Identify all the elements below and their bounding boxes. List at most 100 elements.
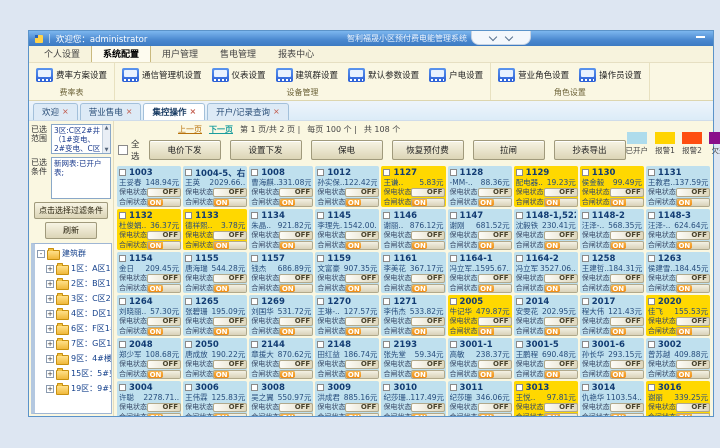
supply-status-toggle[interactable]: OFF — [345, 274, 379, 283]
meter-card[interactable]: 3006 王伟霖 125.83元 保电状态 OFF 合闸状态 ON — [183, 381, 247, 416]
selected-range-listbox[interactable]: 3区:C区2#井（1#变电、2#变电、C区1#井） ▲▼ — [51, 124, 111, 154]
expand-icon[interactable]: + — [46, 340, 54, 348]
meter-card[interactable]: 1148-3 汪泽-.. 624.64元 保电状态 OFF 合闸状态 ON — [646, 209, 710, 250]
toolbar-button[interactable]: 抄表导出 — [554, 140, 626, 160]
meter-card[interactable]: 1147 谢刚 681.52元 保电状态 OFF 合闸状态 ON — [448, 209, 512, 250]
switch-status-toggle[interactable]: ON — [147, 284, 181, 293]
scroll-down-icon[interactable]: ▼ — [105, 147, 109, 153]
supply-status-toggle[interactable]: OFF — [676, 317, 710, 326]
switch-status-toggle[interactable]: ON — [345, 327, 379, 336]
chevron-down-icon[interactable] — [505, 32, 513, 40]
switch-status-toggle[interactable]: ON — [279, 327, 313, 336]
switch-status-toggle[interactable]: ON — [345, 198, 379, 207]
meter-card[interactable]: 1258 王建哲.. 184.31元 保电状态 OFF 合闸状态 ON — [580, 252, 644, 293]
meter-checkbox[interactable] — [317, 169, 324, 176]
meter-card[interactable]: 3008 吴之翼 550.97元 保电状态 OFF 合闸状态 ON — [249, 381, 313, 416]
switch-status-toggle[interactable]: ON — [478, 413, 512, 417]
meter-card[interactable]: 1265 张碧珊 195.09元 保电状态 OFF 合闸状态 ON — [183, 295, 247, 336]
meter-checkbox[interactable] — [648, 212, 655, 219]
supply-status-toggle[interactable]: OFF — [345, 231, 379, 240]
switch-status-toggle[interactable]: ON — [544, 198, 578, 207]
switch-status-toggle[interactable]: ON — [411, 198, 445, 207]
listbox-scrollbar[interactable]: ▲▼ — [102, 125, 110, 153]
supply-status-toggle[interactable]: OFF — [213, 231, 247, 240]
switch-status-toggle[interactable]: ON — [544, 413, 578, 417]
minimize-button[interactable] — [696, 36, 705, 38]
document-tab[interactable]: 营业售电 × — [80, 103, 142, 120]
meter-card[interactable]: 1161 李美花 367.17元 保电状态 OFF 合闸状态 ON — [381, 252, 445, 293]
toolbar-button[interactable]: 恢复预付费 — [392, 140, 464, 160]
supply-status-toggle[interactable]: OFF — [610, 231, 644, 240]
switch-status-toggle[interactable]: ON — [676, 198, 710, 207]
meter-checkbox[interactable] — [251, 298, 258, 305]
switch-status-toggle[interactable]: ON — [610, 241, 644, 250]
meter-card[interactable]: 1264 刘晓丽.. 57.30元 保电状态 OFF 合闸状态 ON — [117, 295, 181, 336]
supply-status-toggle[interactable]: OFF — [610, 188, 644, 197]
meter-card[interactable]: 1132 杜俊娟.. 36.37元 保电状态 OFF 合闸状态 ON — [117, 209, 181, 250]
ribbon-button[interactable]: 户电设置 — [426, 66, 486, 84]
meter-card[interactable]: 1269 刘国华 531.72元 保电状态 OFF 合闸状态 ON — [249, 295, 313, 336]
switch-status-toggle[interactable]: ON — [213, 413, 247, 417]
meter-card[interactable]: 1159 文富豪 907.35元 保电状态 OFF 合闸状态 ON — [315, 252, 379, 293]
switch-status-toggle[interactable]: ON — [213, 198, 247, 207]
meter-card[interactable]: 3001-1 高敏 238.37元 保电状态 OFF 合闸状态 ON — [448, 338, 512, 379]
supply-status-toggle[interactable]: OFF — [279, 274, 313, 283]
meter-card[interactable]: 2144 章援大 870.62元 保电状态 OFF 合闸状态 ON — [249, 338, 313, 379]
supply-status-toggle[interactable]: OFF — [544, 274, 578, 283]
tree-item[interactable]: + 6区：F区1#井（F区1#… — [37, 321, 111, 336]
meter-checkbox[interactable] — [119, 212, 126, 219]
switch-status-toggle[interactable]: ON — [345, 241, 379, 250]
meter-checkbox[interactable] — [251, 384, 258, 391]
meter-card[interactable]: 1134 朱晶.. 921.82元 保电状态 OFF 合闸状态 ON — [249, 209, 313, 250]
supply-status-toggle[interactable]: OFF — [147, 274, 181, 283]
meter-card[interactable]: 3013 王悦.. 97.81元 保电状态 OFF 合闸状态 ON — [514, 381, 578, 416]
meter-card[interactable]: 2005 牛记华 479.87元 保电状态 OFF 合闸状态 ON — [448, 295, 512, 336]
meter-checkbox[interactable] — [119, 169, 126, 176]
meter-checkbox[interactable] — [450, 341, 457, 348]
meter-checkbox[interactable] — [251, 212, 258, 219]
meter-checkbox[interactable] — [648, 341, 655, 348]
supply-status-toggle[interactable]: OFF — [544, 188, 578, 197]
meter-card[interactable]: 2193 张先堂 59.34元 保电状态 OFF 合闸状态 ON — [381, 338, 445, 379]
switch-status-toggle[interactable]: ON — [544, 284, 578, 293]
toolbar-button[interactable]: 电价下发 — [149, 140, 221, 160]
menu-item[interactable]: 用户管理 — [151, 45, 209, 62]
meter-checkbox[interactable] — [648, 298, 655, 305]
expand-icon[interactable]: + — [46, 370, 54, 378]
switch-status-toggle[interactable]: ON — [411, 284, 445, 293]
supply-status-toggle[interactable]: OFF — [147, 231, 181, 240]
meter-card[interactable]: 1148-2 汪泽-.. 568.35元 保电状态 OFF 合闸状态 ON — [580, 209, 644, 250]
meter-card[interactable]: 1164-2 冯立军 3527.06.. 保电状态 OFF 合闸状态 ON — [514, 252, 578, 293]
meter-card[interactable]: 1157 钱杰 686.89元 保电状态 OFF 合闸状态 ON — [249, 252, 313, 293]
tree-item[interactable]: + 19区：9#变电站（2#… — [37, 381, 111, 396]
ribbon-button[interactable]: 默认参数设置 — [345, 66, 422, 84]
supply-status-toggle[interactable]: OFF — [676, 274, 710, 283]
toolbar-button[interactable]: 设置下发 — [230, 140, 302, 160]
switch-status-toggle[interactable]: ON — [147, 198, 181, 207]
meter-checkbox[interactable] — [119, 384, 126, 391]
switch-status-toggle[interactable]: ON — [478, 327, 512, 336]
meter-checkbox[interactable] — [383, 169, 390, 176]
supply-status-toggle[interactable]: OFF — [213, 403, 247, 412]
selected-condition-box[interactable]: 新网表:已开户表; — [51, 157, 111, 199]
supply-status-toggle[interactable]: OFF — [411, 231, 445, 240]
meter-checkbox[interactable] — [317, 255, 324, 262]
meter-card[interactable]: 3009 洪成君 885.16元 保电状态 OFF 合闸状态 ON — [315, 381, 379, 416]
supply-status-toggle[interactable]: OFF — [213, 188, 247, 197]
ribbon-button[interactable]: 营业角色设置 — [495, 66, 572, 84]
meter-checkbox[interactable] — [383, 341, 390, 348]
tab-close-icon[interactable]: × — [62, 108, 69, 116]
meter-card[interactable]: 1154 金日 209.45元 保电状态 OFF 合闸状态 ON — [117, 252, 181, 293]
meter-checkbox[interactable] — [119, 298, 126, 305]
meter-card[interactable]: 1271 李伟杰 533.82元 保电状态 OFF 合闸状态 ON — [381, 295, 445, 336]
supply-status-toggle[interactable]: OFF — [544, 231, 578, 240]
supply-status-toggle[interactable]: OFF — [478, 274, 512, 283]
toolbar-button[interactable]: 保电 — [311, 140, 383, 160]
meter-card[interactable]: 3016 谢丽 339.25元 保电状态 OFF 合闸状态 ON — [646, 381, 710, 416]
switch-status-toggle[interactable]: ON — [345, 284, 379, 293]
tree-item[interactable]: + 4区：D区1#井（D区1… — [37, 306, 111, 321]
meter-card[interactable]: 2148 田红益 186.74元 保电状态 OFF 合闸状态 ON — [315, 338, 379, 379]
supply-status-toggle[interactable]: OFF — [345, 188, 379, 197]
meter-card[interactable]: 1133 德祥熙.. 3.78元 保电状态 OFF 合闸状态 ON — [183, 209, 247, 250]
meter-card[interactable]: 1148-1,522 沈毅铁 230.41元 保电状态 OFF 合闸状态 ON — [514, 209, 578, 250]
